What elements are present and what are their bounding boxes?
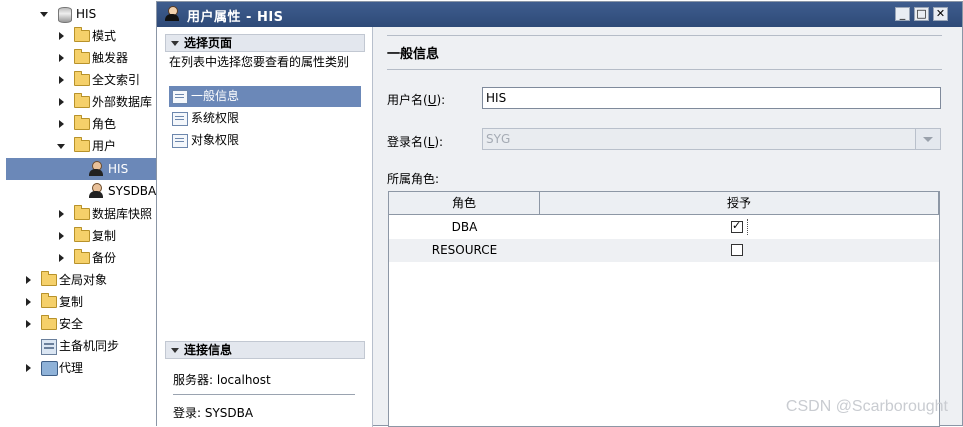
tree-item-fulltext-index[interactable]: 全文索引 — [0, 69, 158, 91]
tree-item-db-snapshot[interactable]: 数据库快照 — [0, 203, 158, 225]
sync-icon — [41, 339, 57, 355]
table-row[interactable]: RESOURCE — [389, 239, 939, 262]
section-title: 一般信息 — [387, 47, 440, 62]
divider — [387, 69, 942, 70]
expand-arrow-icon[interactable] — [26, 320, 31, 328]
login-name-select[interactable]: SYG — [482, 128, 941, 150]
page-navigation-pane: 选择页面 在列表中选择您要查看的属性类别 一般信息 系统权限 对象权限 连接信息… — [157, 27, 373, 427]
tree-item-user-sysdba[interactable]: SYSDBA — [0, 180, 158, 202]
folder-icon — [74, 115, 90, 130]
select-page-hint: 在列表中选择您要查看的属性类别 — [169, 55, 350, 69]
page-icon — [172, 134, 188, 148]
expand-arrow-icon[interactable] — [59, 232, 64, 240]
chevron-down-icon[interactable] — [915, 129, 940, 149]
nav-item-object-privileges[interactable]: 对象权限 — [169, 130, 361, 151]
expand-arrow-icon[interactable] — [26, 364, 31, 372]
login-info: 登录: SYSDBA — [173, 406, 254, 420]
folder-icon — [41, 293, 57, 308]
object-tree: HIS 模式 触发器 全文索引 外部数据库 角色 用户 HIS SYSDBA 数… — [0, 0, 158, 426]
focus-indicator — [747, 219, 749, 235]
tree-item-user-his[interactable]: HIS — [6, 158, 158, 180]
collapse-arrow-icon — [171, 41, 179, 46]
folder-icon — [74, 27, 90, 42]
tree-item-users[interactable]: 用户 — [0, 135, 158, 157]
expand-arrow-icon[interactable] — [59, 120, 64, 128]
username-label: 用户名(U): — [387, 93, 446, 107]
table-row[interactable]: DBA — [389, 216, 939, 239]
dialog-titlebar[interactable]: 用户属性 - HIS _ □ ✕ — [157, 2, 962, 27]
collapse-arrow-icon[interactable] — [40, 12, 48, 17]
grant-checkbox[interactable] — [731, 244, 743, 256]
server-info: 服务器: localhost — [173, 373, 271, 387]
expand-arrow-icon[interactable] — [59, 32, 64, 40]
folder-icon — [74, 137, 90, 152]
expand-arrow-icon[interactable] — [59, 254, 64, 262]
folder-icon — [74, 71, 90, 86]
column-header-granted[interactable]: 授予 — [540, 192, 939, 215]
tree-item-standby-sync[interactable]: 主备机同步 — [0, 335, 158, 357]
role-cell: RESOURCE — [431, 243, 498, 257]
page-icon — [172, 90, 188, 104]
expand-arrow-icon[interactable] — [26, 298, 31, 306]
user-icon — [88, 183, 104, 199]
tree-item-triggers[interactable]: 触发器 — [0, 47, 158, 69]
maximize-button[interactable]: □ — [914, 7, 929, 21]
minimize-button[interactable]: _ — [895, 7, 910, 21]
close-button[interactable]: ✕ — [933, 7, 948, 21]
collapse-arrow-icon — [171, 348, 179, 353]
general-info-panel: 一般信息 用户名(U): HIS 登录名(L): SYG 所属角色: 角色 授予… — [373, 27, 962, 427]
roles-table: 角色 授予 DBA RESOURCE — [388, 191, 940, 427]
collapse-arrow-icon[interactable] — [57, 144, 65, 149]
folder-icon — [74, 49, 90, 64]
folder-icon — [41, 271, 57, 286]
folder-icon — [74, 249, 90, 264]
user-properties-dialog: 用户属性 - HIS _ □ ✕ 选择页面 在列表中选择您要查看的属性类别 一般… — [156, 1, 963, 427]
tree-item-backup[interactable]: 备份 — [0, 247, 158, 269]
tree-item-roles[interactable]: 角色 — [0, 113, 158, 135]
folder-icon — [74, 205, 90, 220]
login-name-label: 登录名(L): — [387, 135, 444, 149]
tree-item-external-db[interactable]: 外部数据库 — [0, 91, 158, 113]
tree-item-schema[interactable]: 模式 — [0, 25, 158, 47]
column-header-role[interactable]: 角色 — [389, 192, 540, 215]
nav-item-general[interactable]: 一般信息 — [169, 86, 361, 107]
folder-icon — [74, 93, 90, 108]
tree-item-global-replication[interactable]: 复制 — [0, 291, 158, 313]
tree-item-security[interactable]: 安全 — [0, 313, 158, 335]
user-icon — [88, 161, 104, 177]
watermark: CSDN @Scarborought — [785, 398, 948, 415]
divider — [387, 35, 942, 36]
tree-item-replication[interactable]: 复制 — [0, 225, 158, 247]
expand-arrow-icon[interactable] — [26, 276, 31, 284]
expand-arrow-icon[interactable] — [59, 54, 64, 62]
expand-arrow-icon[interactable] — [59, 210, 64, 218]
tree-item-global-objects[interactable]: 全局对象 — [0, 269, 158, 291]
username-input[interactable]: HIS — [482, 87, 941, 109]
tree-item-agent[interactable]: 代理 — [0, 357, 158, 379]
nav-item-system-privileges[interactable]: 系统权限 — [169, 108, 361, 129]
expand-arrow-icon[interactable] — [59, 98, 64, 106]
dialog-title: 用户属性 - HIS — [187, 10, 284, 25]
folder-icon — [41, 315, 57, 330]
role-cell: DBA — [451, 220, 478, 234]
tree-item-database-his[interactable]: HIS — [0, 3, 158, 25]
connection-info-header[interactable]: 连接信息 — [165, 341, 365, 359]
select-page-header[interactable]: 选择页面 — [165, 34, 365, 52]
divider — [173, 394, 355, 395]
user-icon — [164, 6, 180, 22]
folder-icon — [74, 227, 90, 242]
agent-icon — [41, 361, 58, 376]
page-icon — [172, 112, 188, 126]
database-icon — [58, 7, 72, 23]
roles-label: 所属角色: — [387, 172, 440, 186]
expand-arrow-icon[interactable] — [59, 76, 64, 84]
grant-checkbox[interactable] — [731, 219, 743, 233]
